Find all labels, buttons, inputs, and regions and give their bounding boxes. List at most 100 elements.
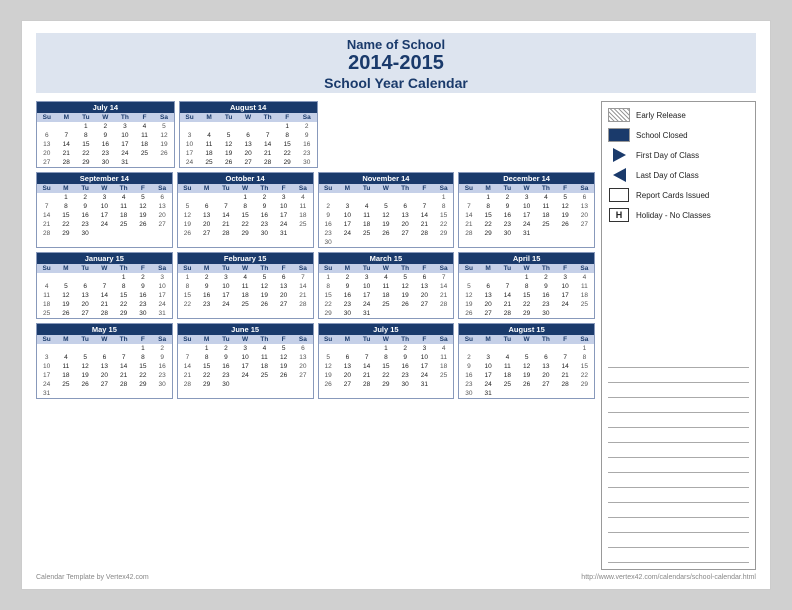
calendar-day <box>415 309 434 318</box>
calendar-day <box>95 389 114 398</box>
calendar-day: 26 <box>517 380 536 389</box>
calendar-day: 27 <box>479 309 498 318</box>
calendar-day: 11 <box>114 202 133 211</box>
calendar-day <box>37 273 56 282</box>
cal-box-December-14: December 14SuMTuWThFSa 12345678910111213… <box>458 172 595 248</box>
calendar-day <box>338 193 357 202</box>
calendar-day: 4 <box>56 353 75 362</box>
h-box-shape: H <box>609 208 629 222</box>
calendar-day: 13 <box>338 362 357 371</box>
calendar-day: 26 <box>396 300 415 309</box>
dow-header: M <box>479 264 498 273</box>
calendar-day: 13 <box>479 291 498 300</box>
calendar-day: 24 <box>415 371 434 380</box>
calendar-day: 12 <box>459 291 478 300</box>
dow-header: Su <box>459 264 478 273</box>
dow-header: F <box>277 113 297 122</box>
calendar-day: 21 <box>357 371 376 380</box>
calendar-day: 2 <box>459 353 478 362</box>
legend-line-3 <box>608 386 749 398</box>
calendar-day: 31 <box>357 309 376 318</box>
calendar-day: 9 <box>76 202 95 211</box>
cal-box-July-14: July 14SuMTuWThFSa 123456789101112131415… <box>36 101 175 168</box>
calendar-day: 7 <box>498 282 517 291</box>
calendar-day: 21 <box>57 149 77 158</box>
early-release-label: Early Release <box>636 111 686 120</box>
calendar-day: 21 <box>498 300 517 309</box>
calendar-day: 13 <box>95 362 114 371</box>
calendar-day: 29 <box>236 229 255 238</box>
calendar-day: 27 <box>338 380 357 389</box>
calendar-day: 17 <box>153 291 172 300</box>
calendar-day <box>479 344 498 353</box>
calendar-day <box>57 122 77 131</box>
calendar-day: 6 <box>274 273 293 282</box>
cal-header-December-14: December 14 <box>459 173 594 184</box>
calendar-day <box>133 229 152 238</box>
dow-header: F <box>415 335 434 344</box>
calendar-day: 17 <box>37 371 56 380</box>
legend-line-12 <box>608 521 749 533</box>
cal-grid-June-15: SuMTuWThFSa 1234567891011121314151617181… <box>178 335 313 389</box>
calendar-day: 15 <box>517 291 536 300</box>
calendar-day: 2 <box>255 193 274 202</box>
dow-header: Tu <box>498 264 517 273</box>
dow-header: M <box>479 335 498 344</box>
calendar-day: 29 <box>277 158 297 167</box>
calendar-day: 10 <box>180 140 200 149</box>
calendar-day: 14 <box>434 282 453 291</box>
calendar-day <box>556 344 575 353</box>
calendar-day: 9 <box>133 282 152 291</box>
calendar-day: 30 <box>216 380 235 389</box>
calendar-day: 7 <box>556 353 575 362</box>
dow-header: Th <box>396 264 415 273</box>
cal-row-2: January 15SuMTuWThFSa 123456789101112131… <box>36 252 595 319</box>
calendar-day: 27 <box>575 220 594 229</box>
calendar-day: 27 <box>536 380 555 389</box>
dow-header: M <box>56 335 75 344</box>
calendar-day: 22 <box>319 300 338 309</box>
calendar-day: 26 <box>556 220 575 229</box>
calendar-day: 3 <box>479 353 498 362</box>
cal-header-June-15: June 15 <box>178 324 313 335</box>
cal-header-October-14: October 14 <box>178 173 313 184</box>
calendar-day: 18 <box>376 291 395 300</box>
dow-header: Tu <box>76 184 95 193</box>
calendar-day: 19 <box>154 140 174 149</box>
calendar-day: 15 <box>277 140 297 149</box>
cal-header-April-15: April 15 <box>459 253 594 264</box>
calendar-day: 11 <box>236 282 255 291</box>
legend-line-5 <box>608 416 749 428</box>
calendar-day: 22 <box>178 300 197 309</box>
calendar-day: 30 <box>536 309 555 318</box>
calendar-day: 23 <box>197 300 216 309</box>
calendar-day: 12 <box>154 131 174 140</box>
cal-header-August-15: August 15 <box>459 324 594 335</box>
calendar-day: 8 <box>517 282 536 291</box>
calendar-day: 5 <box>178 202 197 211</box>
dow-header: Sa <box>575 264 594 273</box>
calendar-day: 27 <box>238 158 258 167</box>
dow-header: Sa <box>293 264 312 273</box>
calendar-day: 13 <box>293 353 312 362</box>
calendar-day: 10 <box>153 282 172 291</box>
calendar-day: 16 <box>498 211 517 220</box>
calendar-day: 3 <box>216 273 235 282</box>
calendar-day: 27 <box>153 220 172 229</box>
calendar-day <box>376 193 395 202</box>
legend-line-4 <box>608 401 749 413</box>
dow-header: Th <box>258 113 278 122</box>
calendar-day: 1 <box>517 273 536 282</box>
dow-header: F <box>274 184 293 193</box>
dow-header: W <box>95 335 114 344</box>
calendar-day: 20 <box>575 211 594 220</box>
calendar-day: 25 <box>236 300 255 309</box>
calendar-day: 23 <box>536 300 555 309</box>
calendar-day: 9 <box>396 353 415 362</box>
dow-header: W <box>517 264 536 273</box>
calendar-day: 2 <box>396 344 415 353</box>
calendar-day: 25 <box>575 300 594 309</box>
calendar-day: 12 <box>133 202 152 211</box>
calendar-day: 22 <box>236 220 255 229</box>
cal-box-August-15: August 15SuMTuWThFSa 1234567891011121314… <box>458 323 595 399</box>
